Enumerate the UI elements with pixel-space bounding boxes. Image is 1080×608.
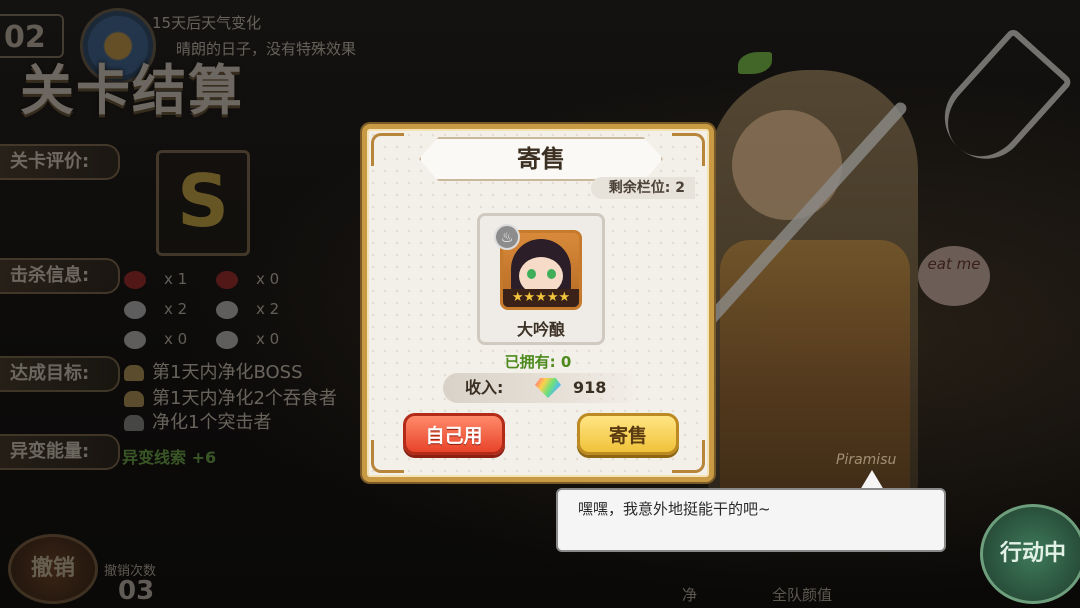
corner-ornament [672, 133, 705, 166]
kill-stat: x 1 [124, 270, 187, 289]
use-self-button[interactable]: 自己用 [403, 413, 505, 455]
income-bar: 收入: 918 [443, 373, 639, 403]
bottom-tab-team[interactable]: 全队颜值 [772, 584, 832, 605]
undo-button[interactable]: 撤销 [8, 534, 98, 604]
kill-stat: x 0 [124, 330, 187, 349]
striker-icon [124, 330, 146, 349]
cake-icon [124, 365, 144, 381]
rating-grade: S [156, 150, 250, 256]
speech-bubble: 嘿嘿，我意外地挺能干的吧~ [556, 488, 946, 552]
kill-stat: x 2 [124, 300, 187, 319]
consign-button[interactable]: 寄售 [577, 413, 679, 455]
bottom-tab-left[interactable]: 净 [682, 584, 697, 605]
income-value: 918 [573, 378, 607, 397]
cake-icon [124, 391, 144, 407]
weather-title: 15天后天气变化 [152, 14, 262, 32]
owned-count: 已拥有: 0 [504, 353, 572, 371]
eat-me-badge: eat me [918, 246, 990, 306]
star-rating: ★★★★★ [503, 289, 579, 307]
energy-label: 异变能量: [0, 434, 120, 470]
undo-count: 03 [118, 576, 155, 606]
item-name: 大吟酿 [516, 320, 565, 339]
striker-icon [216, 330, 238, 349]
boss-icon [216, 270, 238, 289]
page-title: 关卡结算 [20, 59, 244, 122]
boss-icon [124, 270, 146, 289]
corner-ornament [371, 133, 404, 166]
rating-label: 关卡评价: [0, 144, 120, 180]
kill-stat: x 0 [216, 330, 279, 349]
goal-item: 净化1个突击者 [124, 408, 271, 434]
energy-value: 异变线索 +6 [122, 448, 217, 467]
goal-item: 第1天内净化BOSS [124, 358, 303, 384]
tea-cup-icon: ♨ [494, 224, 520, 250]
consign-dialog: 寄售 剩余栏位: 2 ★★★★★ ♨ 大吟酿 已拥有: 0 收入: 918 自己… [362, 124, 714, 482]
kill-stat: x 2 [216, 300, 279, 319]
kill-stat: x 0 [216, 270, 279, 289]
devourer-icon [216, 300, 238, 319]
cake-icon [124, 415, 144, 431]
goals-label: 达成目标: [0, 356, 120, 392]
action-status-button[interactable]: 行动中 [980, 504, 1080, 604]
portrait-eye [527, 269, 536, 279]
kills-label: 击杀信息: [0, 258, 120, 294]
portrait-eye [547, 269, 556, 279]
character-signature: Piramisu [836, 452, 897, 468]
goal-item: 第1天内净化2个吞食者 [124, 384, 337, 410]
remaining-slots: 剩余栏位: 2 [590, 177, 695, 199]
character-face [732, 110, 842, 220]
item-card[interactable]: ★★★★★ ♨ 大吟酿 [477, 213, 605, 345]
devourer-icon [124, 300, 146, 319]
corner-ornament [371, 440, 404, 473]
speech-bubble-tail [860, 470, 884, 490]
rainbow-gem-icon [535, 378, 561, 398]
dialog-title: 寄售 [419, 137, 663, 181]
income-label: 收入: [465, 378, 504, 397]
